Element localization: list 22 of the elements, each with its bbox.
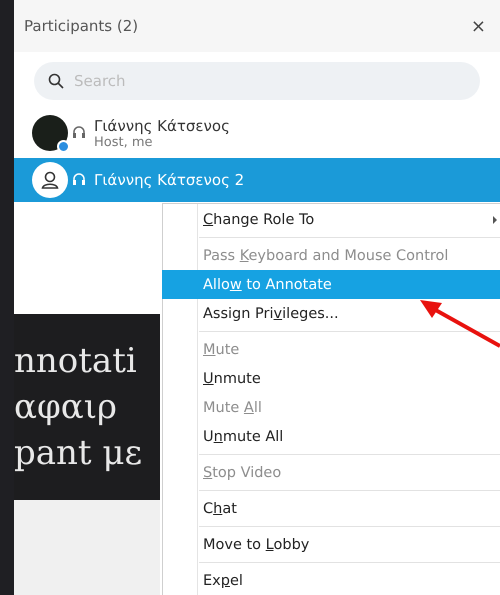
- participant-row[interactable]: Γιάννης Κάτσενος Host, me: [14, 108, 500, 158]
- slide-text: nnotati: [14, 340, 138, 383]
- panel-title: Participants (2): [24, 17, 138, 35]
- avatar-silhouette-icon: [32, 162, 68, 198]
- menu-item[interactable]: Expel: [163, 566, 500, 595]
- menu-item[interactable]: Move to Lobby: [163, 530, 500, 559]
- menu-item[interactable]: Chat: [163, 494, 500, 523]
- headset-icon: [72, 172, 86, 188]
- slide-text: αφαιρ: [14, 386, 118, 429]
- participant-name: Γιάννης Κάτσενος 2: [94, 171, 244, 189]
- submenu-arrow-icon: [493, 216, 497, 224]
- slide-text: pant με: [14, 432, 144, 475]
- menu-item[interactable]: Assign Privileges...: [163, 299, 500, 328]
- search-field[interactable]: Search: [34, 62, 480, 100]
- participant-name: Γιάννης Κάτσενος: [94, 116, 230, 134]
- menu-item[interactable]: Unmute All: [163, 422, 500, 451]
- headset-icon: [72, 125, 86, 141]
- menu-item[interactable]: Change Role To: [163, 205, 500, 234]
- avatar-photo: [32, 115, 68, 151]
- participant-role: Host, me: [94, 134, 154, 150]
- close-button[interactable]: ×: [466, 16, 490, 36]
- menu-item[interactable]: Unmute: [163, 364, 500, 393]
